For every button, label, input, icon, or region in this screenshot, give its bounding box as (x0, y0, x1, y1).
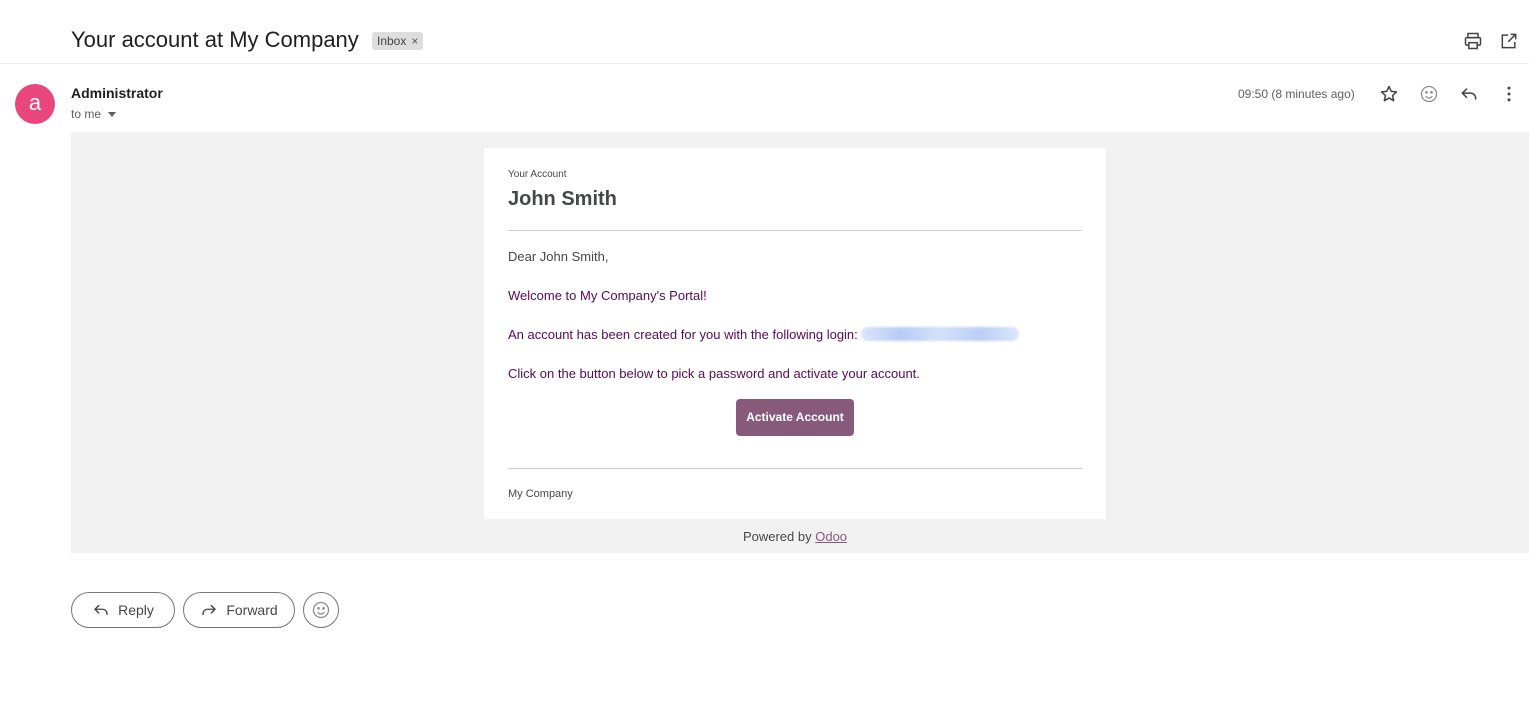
avatar: a (15, 84, 55, 124)
recipient-text: to me (71, 107, 102, 121)
label-text: Inbox (377, 34, 407, 48)
emoji-reaction-button[interactable] (303, 592, 339, 628)
powered-by: Powered by Odoo (71, 529, 1519, 544)
odoo-link[interactable]: Odoo (815, 529, 847, 544)
created-text: An account has been created for you with… (508, 327, 858, 342)
message-timestamp: 09:50 (8 minutes ago) (1238, 87, 1355, 101)
divider (508, 468, 1082, 469)
activate-account-button[interactable]: Activate Account (736, 399, 854, 436)
recipient-details-toggle[interactable]: to me (71, 107, 117, 121)
print-icon[interactable] (1463, 31, 1483, 51)
redacted-login (861, 327, 1020, 341)
powered-prefix: Powered by (742, 529, 812, 544)
greeting-text: Dear John Smith, (508, 249, 609, 264)
account-name: John Smith (508, 188, 617, 210)
email-subject: Your account at My Company (71, 27, 359, 52)
reply-icon[interactable] (1459, 84, 1479, 104)
company-name: My Company (508, 488, 573, 500)
reply-icon (94, 604, 108, 616)
reply-label: Reply (118, 602, 154, 618)
forward-button[interactable]: Forward (183, 592, 295, 628)
forward-label: Forward (226, 602, 278, 618)
account-created-text: An account has been created for you with… (508, 327, 1020, 342)
divider (508, 230, 1082, 231)
inbox-label-chip[interactable]: Inbox × (372, 32, 424, 50)
remove-label-icon[interactable]: × (411, 32, 418, 50)
open-in-new-window-icon[interactable] (1499, 31, 1519, 51)
sender-name: Administrator (71, 85, 163, 101)
email-body: Your Account John Smith Dear John Smith,… (71, 132, 1529, 553)
instruction-text: Click on the button below to pick a pass… (508, 366, 920, 381)
more-vert-icon[interactable] (1499, 84, 1519, 104)
welcome-text: Welcome to My Company's Portal! (508, 288, 707, 303)
chevron-down-icon (108, 111, 117, 117)
forward-icon (202, 604, 216, 616)
section-label: Your Account (508, 169, 567, 180)
emoji-icon[interactable] (1419, 84, 1439, 104)
emoji-icon (312, 601, 330, 619)
subject-bar: Your account at My Company Inbox × (0, 0, 1529, 64)
reply-button[interactable]: Reply (71, 592, 175, 628)
star-icon[interactable] (1379, 84, 1399, 104)
email-card: Your Account John Smith Dear John Smith,… (484, 148, 1106, 519)
